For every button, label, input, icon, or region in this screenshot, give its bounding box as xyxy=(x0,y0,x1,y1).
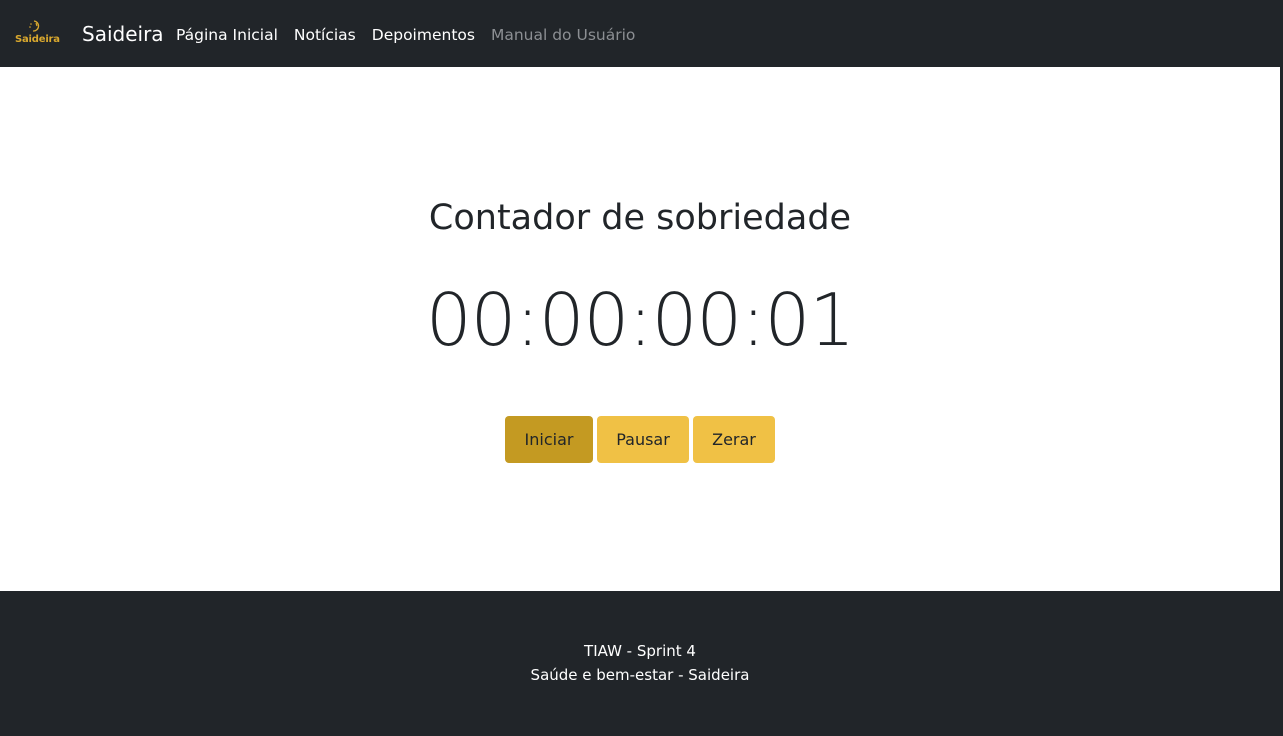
timer-controls: Iniciar Pausar Zerar xyxy=(505,416,775,463)
nav-link-user-manual[interactable]: Manual do Usuário xyxy=(491,24,635,46)
footer-line-project: TIAW - Sprint 4 xyxy=(584,642,696,660)
logo[interactable]: Saideira xyxy=(14,18,60,48)
nav-link-testimonials[interactable]: Depoimentos xyxy=(372,24,475,46)
main-content: Contador de sobriedade 00:00:00:01 Inici… xyxy=(0,67,1280,591)
footer: TIAW - Sprint 4 Saúde e bem-estar - Said… xyxy=(0,591,1283,736)
nav-links: Página Inicial Notícias Depoimentos Manu… xyxy=(176,24,651,46)
nav-link-home[interactable]: Página Inicial xyxy=(176,24,278,46)
top-navbar: Saideira Saideira Página Inicial Notícia… xyxy=(0,0,1283,67)
sobriety-timer: 00:00:00:01 xyxy=(425,278,855,362)
reset-button[interactable]: Zerar xyxy=(693,416,775,463)
start-button[interactable]: Iniciar xyxy=(505,416,593,463)
footer-line-theme: Saúde e bem-estar - Saideira xyxy=(530,666,750,684)
logo-text: Saideira xyxy=(15,34,60,45)
pause-button[interactable]: Pausar xyxy=(597,416,689,463)
page-title: Contador de sobriedade xyxy=(428,198,852,238)
brand-link[interactable]: Saideira xyxy=(82,21,164,47)
nav-link-news[interactable]: Notícias xyxy=(294,24,356,46)
